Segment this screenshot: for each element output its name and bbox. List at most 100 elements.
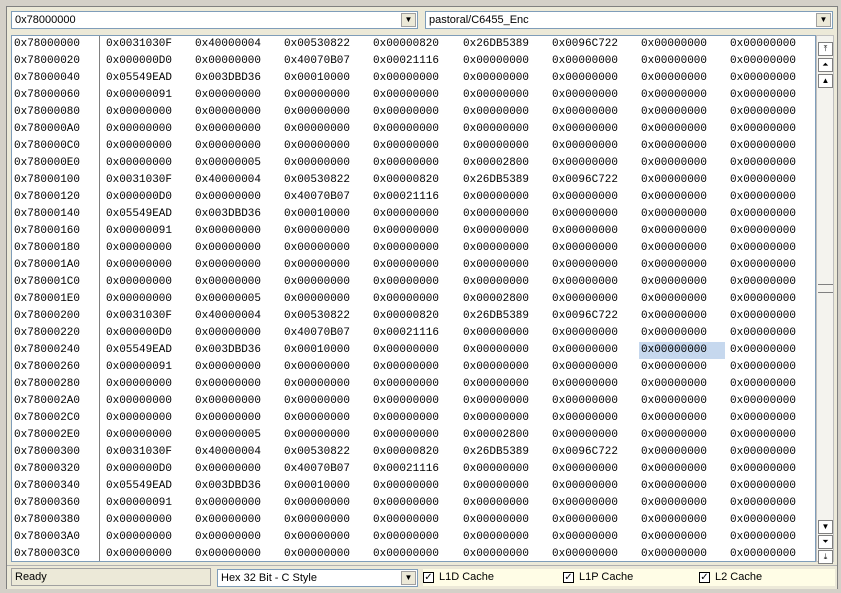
memory-value-cell[interactable]: 0x05549EAD xyxy=(104,206,190,223)
memory-value-cell[interactable]: 0x00000000 xyxy=(371,342,457,359)
memory-value-cell[interactable]: 0x00000000 xyxy=(461,240,547,257)
memory-value-cell[interactable]: 0x00000000 xyxy=(550,393,636,410)
memory-value-cell[interactable]: 0x00000000 xyxy=(728,274,814,291)
memory-value-cell[interactable]: 0x00000000 xyxy=(728,512,814,529)
memory-value-cell[interactable]: 0x00000000 xyxy=(728,70,814,87)
memory-value-cell[interactable]: 0x00002800 xyxy=(461,427,547,444)
memory-value-cell[interactable]: 0x00000000 xyxy=(461,410,547,427)
memory-value-cell[interactable]: 0x00000000 xyxy=(639,376,725,393)
memory-value-cell[interactable]: 0x00000000 xyxy=(639,546,725,561)
memory-value-cell[interactable]: 0x0096C722 xyxy=(550,444,636,461)
memory-value-cell[interactable]: 0x00021116 xyxy=(371,189,457,206)
memory-value-cell[interactable]: 0x00000000 xyxy=(461,325,547,342)
memory-value-cell[interactable]: 0x00000000 xyxy=(282,104,368,121)
memory-row[interactable]: 0x78000020 0x000000D0 0x00000000 0x40070B07… xyxy=(12,53,815,70)
memory-value-cell[interactable]: 0x00000000 xyxy=(371,70,457,87)
memory-value-cell[interactable]: 0x00000000 xyxy=(371,529,457,546)
memory-value-cell[interactable]: 0x00000000 xyxy=(639,70,725,87)
memory-value-cell[interactable]: 0x000000D0 xyxy=(104,53,190,70)
memory-value-cell[interactable]: 0x00000000 xyxy=(282,240,368,257)
page-down-icon[interactable]: ⤓ xyxy=(818,550,833,564)
memory-value-cell[interactable]: 0x00000000 xyxy=(728,410,814,427)
arrow-up-icon[interactable]: ▲ xyxy=(818,74,833,88)
checkbox-l1p[interactable]: ✓ xyxy=(563,571,574,583)
memory-value-cell[interactable]: 0x00000000 xyxy=(193,257,279,274)
memory-value-cell[interactable]: 0x00000000 xyxy=(639,444,725,461)
memory-value-cell[interactable]: 0x00000000 xyxy=(371,359,457,376)
chevron-down-icon[interactable]: ▼ xyxy=(401,13,416,27)
memory-value-cell[interactable]: 0x00000000 xyxy=(728,478,814,495)
memory-value-cell[interactable]: 0x00000000 xyxy=(193,512,279,529)
memory-value-cell[interactable]: 0x003DBD36 xyxy=(193,478,279,495)
memory-value-cell[interactable]: 0x00000000 xyxy=(104,155,190,172)
memory-value-cell[interactable]: 0x00000000 xyxy=(282,257,368,274)
memory-value-cell[interactable]: 0x00000000 xyxy=(371,223,457,240)
memory-value-cell[interactable]: 0x00000000 xyxy=(550,512,636,529)
memory-row[interactable]: 0x780001A0 0x00000000 0x00000000 0x00000000… xyxy=(12,257,815,274)
memory-value-cell[interactable]: 0x00010000 xyxy=(282,478,368,495)
memory-value-cell[interactable]: 0x00000000 xyxy=(639,223,725,240)
memory-value-cell[interactable]: 0x00000820 xyxy=(371,308,457,325)
memory-value-cell[interactable]: 0x00000000 xyxy=(371,206,457,223)
memory-row[interactable]: 0x78000220 0x000000D0 0x00000000 0x40070B07… xyxy=(12,325,815,342)
memory-value-cell[interactable]: 0x00000000 xyxy=(371,291,457,308)
memory-value-cell[interactable]: 0x00000000 xyxy=(282,393,368,410)
memory-value-cell[interactable]: 0x00000005 xyxy=(193,155,279,172)
memory-value-cell[interactable]: 0x000000D0 xyxy=(104,189,190,206)
memory-value-cell[interactable]: 0x40070B07 xyxy=(282,461,368,478)
memory-row[interactable]: 0x780000A0 0x00000000 0x00000000 0x00000000… xyxy=(12,121,815,138)
memory-value-cell[interactable]: 0x00000000 xyxy=(728,427,814,444)
memory-value-cell[interactable]: 0x00000000 xyxy=(639,291,725,308)
memory-value-cell[interactable]: 0x00000000 xyxy=(639,121,725,138)
memory-value-cell[interactable]: 0x00000000 xyxy=(371,155,457,172)
memory-grid[interactable]: 0x78000000 0x0031030F 0x40000004 0x00530822… xyxy=(11,35,816,562)
memory-row[interactable]: 0x78000320 0x000000D0 0x00000000 0x40070B07… xyxy=(12,461,815,478)
scroll-thumb[interactable] xyxy=(818,284,833,293)
memory-value-cell[interactable]: 0x00000000 xyxy=(461,376,547,393)
memory-value-cell[interactable]: 0x00021116 xyxy=(371,325,457,342)
memory-value-cell[interactable]: 0x00000000 xyxy=(639,308,725,325)
memory-value-cell[interactable]: 0x00000000 xyxy=(639,189,725,206)
memory-value-cell[interactable]: 0x00000000 xyxy=(371,393,457,410)
memory-value-cell[interactable]: 0x00000000 xyxy=(550,274,636,291)
memory-value-cell[interactable]: 0x00002800 xyxy=(461,291,547,308)
memory-value-cell[interactable]: 0x00000820 xyxy=(371,172,457,189)
memory-value-cell[interactable]: 0x00000000 xyxy=(639,257,725,274)
memory-value-cell[interactable]: 0x00000000 xyxy=(639,427,725,444)
memory-value-cell[interactable]: 0x00000000 xyxy=(193,104,279,121)
target-value[interactable]: pastoral/C6455_Enc xyxy=(429,13,529,28)
memory-value-cell[interactable]: 0x00000000 xyxy=(371,512,457,529)
memory-value-cell[interactable]: 0x00000000 xyxy=(371,546,457,561)
memory-value-cell[interactable]: 0x00000000 xyxy=(104,291,190,308)
memory-value-cell[interactable]: 0x00000000 xyxy=(461,53,547,70)
memory-value-cell[interactable]: 0x00000000 xyxy=(550,376,636,393)
memory-value-cell[interactable]: 0x26DB5389 xyxy=(461,444,547,461)
memory-value-cell[interactable]: 0x00000000 xyxy=(728,308,814,325)
memory-value-cell[interactable]: 0x00000000 xyxy=(371,478,457,495)
memory-row[interactable]: 0x78000300 0x0031030F 0x40000004 0x00530822… xyxy=(12,444,815,461)
memory-value-cell[interactable]: 0x00000000 xyxy=(550,206,636,223)
memory-value-cell[interactable]: 0x00000000 xyxy=(282,427,368,444)
selected-memory-cell[interactable]: 0x00000000 xyxy=(639,342,725,359)
memory-value-cell[interactable]: 0x00000000 xyxy=(639,206,725,223)
memory-value-cell[interactable]: 0x00000000 xyxy=(193,53,279,70)
memory-value-cell[interactable]: 0x00000000 xyxy=(461,478,547,495)
memory-value-cell[interactable]: 0x00010000 xyxy=(282,206,368,223)
memory-value-cell[interactable]: 0x0096C722 xyxy=(550,308,636,325)
memory-value-cell[interactable]: 0x00000000 xyxy=(371,104,457,121)
chevron-down-icon[interactable]: ▼ xyxy=(401,571,416,585)
memory-value-cell[interactable]: 0x00000000 xyxy=(728,121,814,138)
memory-value-cell[interactable]: 0x00000000 xyxy=(193,138,279,155)
memory-row[interactable]: 0x78000280 0x00000000 0x00000000 0x00000000… xyxy=(12,376,815,393)
memory-value-cell[interactable]: 0x00000000 xyxy=(639,410,725,427)
memory-value-cell[interactable]: 0x0031030F xyxy=(104,444,190,461)
memory-row[interactable]: 0x78000380 0x00000000 0x00000000 0x00000000… xyxy=(12,512,815,529)
memory-value-cell[interactable]: 0x00000000 xyxy=(104,274,190,291)
memory-row[interactable]: 0x780002C0 0x00000000 0x00000000 0x00000000… xyxy=(12,410,815,427)
line-down-icon[interactable]: ⏷ xyxy=(818,535,833,549)
memory-value-cell[interactable]: 0x00000000 xyxy=(282,155,368,172)
memory-value-cell[interactable]: 0x00530822 xyxy=(282,444,368,461)
memory-value-cell[interactable]: 0x00000000 xyxy=(461,546,547,561)
memory-value-cell[interactable]: 0x00000000 xyxy=(371,257,457,274)
memory-value-cell[interactable]: 0x00000000 xyxy=(728,53,814,70)
